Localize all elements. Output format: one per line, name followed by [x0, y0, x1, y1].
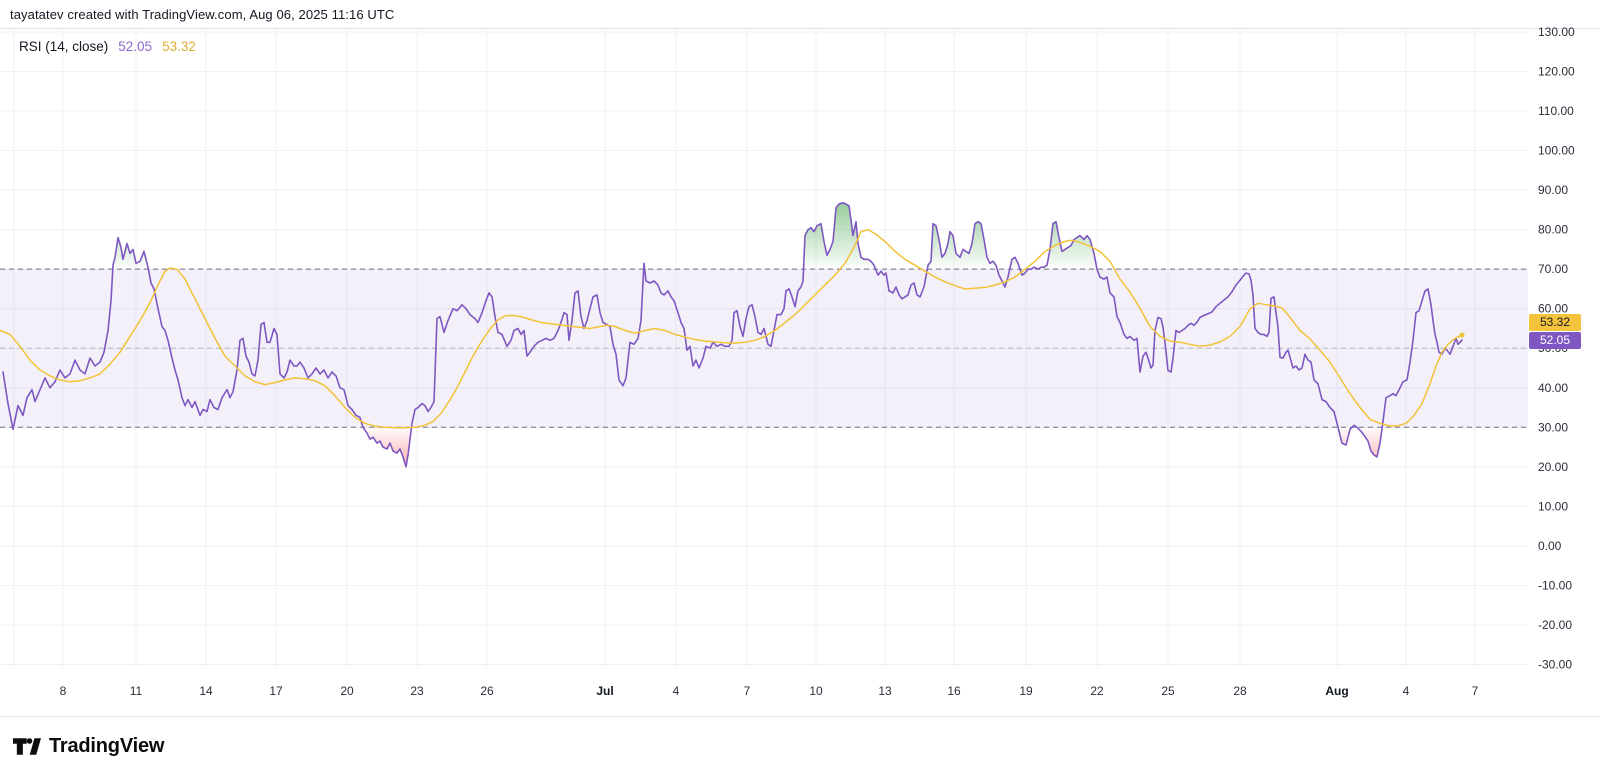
y-axis-tick: 30.00: [1538, 420, 1568, 434]
indicator-title[interactable]: RSI (14, close): [19, 39, 108, 54]
x-axis-tick: 17: [269, 684, 283, 698]
legend-rsi-value: 52.05: [118, 39, 153, 54]
tradingview-logo[interactable]: TradingView: [13, 735, 164, 758]
x-axis-tick: Aug: [1325, 684, 1348, 698]
y-axis-tick: 120.00: [1538, 65, 1575, 79]
ma-price-label: 53.32: [1529, 314, 1581, 331]
overbought-fill: [927, 221, 998, 270]
y-axis-tick: 130.00: [1538, 25, 1575, 39]
x-axis-tick: 19: [1019, 684, 1033, 698]
x-axis-tick: 28: [1233, 684, 1247, 698]
y-axis-tick: 40.00: [1538, 381, 1568, 395]
rsi-price-label-text: 52.05: [1539, 333, 1571, 347]
rsi-chart-canvas[interactable]: 130.00120.00110.00100.0090.0080.0070.006…: [0, 0, 1600, 720]
ma-end-marker: [1459, 332, 1465, 338]
y-axis-tick: 20.00: [1538, 460, 1568, 474]
y-axis-tick: 90.00: [1538, 183, 1568, 197]
x-axis-tick: 20: [340, 684, 354, 698]
x-axis-tick: 4: [673, 684, 680, 698]
x-axis-tick: 11: [130, 684, 143, 698]
rsi-band-layer: [0, 268, 1528, 428]
x-axis-tick: 14: [199, 684, 213, 698]
y-axis-tick: 80.00: [1538, 223, 1568, 237]
x-axis-tick: 10: [809, 684, 823, 698]
attribution-text: tayatatev created with TradingView.com, …: [10, 7, 395, 22]
ma-price-label-text: 53.32: [1539, 315, 1571, 329]
rsi-price-label: 52.05: [1529, 332, 1581, 349]
y-axis-tick: 0.00: [1538, 539, 1562, 553]
x-axis-tick: 13: [878, 684, 892, 698]
tradingview-logo-text: TradingView: [49, 735, 165, 757]
y-axis-tick: 100.00: [1538, 144, 1575, 158]
tradingview-snapshot: tayatatev created with TradingView.com, …: [0, 0, 1600, 779]
x-axis-tick: 16: [947, 684, 961, 698]
time-axis[interactable]: 8 11 14 17 20 23 26 Jul 4 7 10 13 16 19 22 25 28 Aug 4 7: [60, 684, 1479, 698]
x-axis-tick: 26: [480, 684, 494, 698]
x-axis-tick: 23: [410, 684, 424, 698]
y-axis-tick: -20.00: [1538, 618, 1572, 632]
y-axis-tick: -10.00: [1538, 578, 1572, 592]
y-axis-tick: 70.00: [1538, 262, 1568, 276]
y-axis-tick: 110.00: [1538, 104, 1574, 118]
legend-ma-value: 53.32: [162, 39, 196, 54]
x-axis-tick: 4: [1403, 684, 1410, 698]
x-axis-tick: 7: [744, 684, 751, 698]
x-axis-tick: 25: [1161, 684, 1175, 698]
y-axis-tick: -30.00: [1538, 657, 1572, 671]
indicator-legend: RSI (14, close) 52.05 53.32: [19, 39, 196, 54]
x-axis-tick: 22: [1090, 684, 1104, 698]
x-axis-tick: Jul: [596, 684, 613, 698]
x-axis-tick: 7: [1472, 684, 1479, 698]
y-axis-tick: 10.00: [1538, 499, 1568, 513]
tradingview-logo-icon: [13, 738, 41, 755]
x-axis-tick: 8: [60, 684, 67, 698]
